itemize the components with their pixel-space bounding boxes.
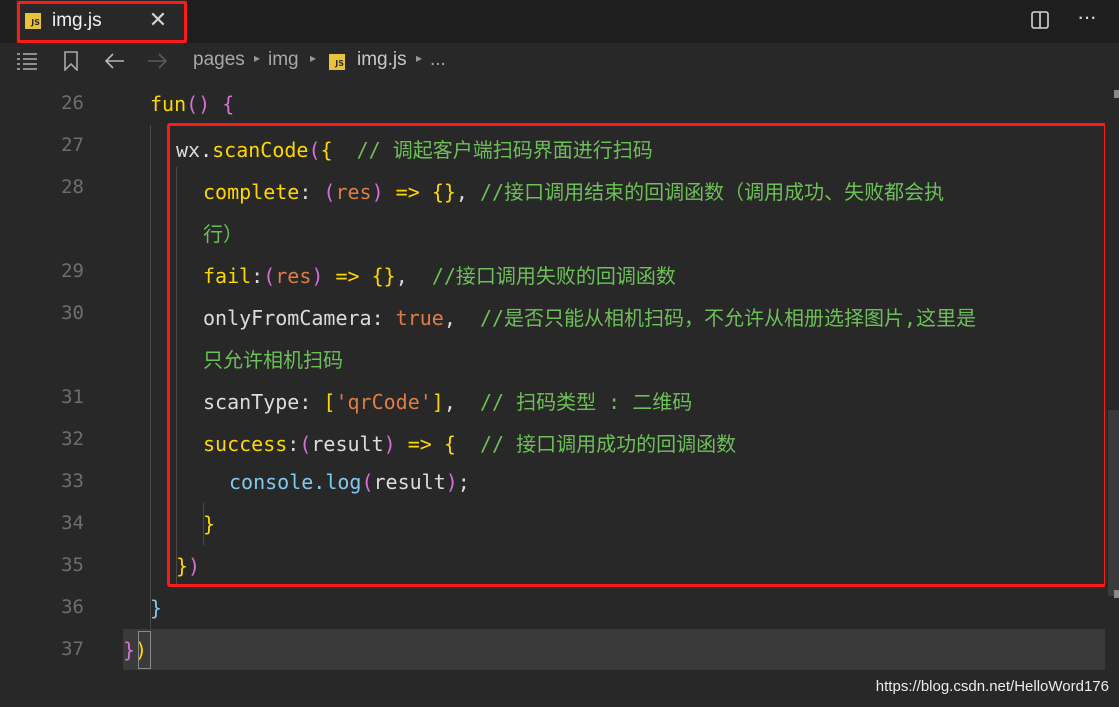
- code-text: fun() {: [150, 92, 234, 116]
- line-number: 34: [61, 512, 84, 534]
- line-number: 30: [61, 302, 84, 324]
- code-text: }: [150, 596, 162, 620]
- breadcrumb-separator: ▸: [416, 51, 423, 65]
- line-number: 28: [61, 176, 84, 198]
- code-token: }: [123, 638, 136, 662]
- indent-guide: [150, 125, 151, 629]
- code-line[interactable]: 36}: [0, 587, 1105, 629]
- bracket-match-cursor: [138, 631, 151, 669]
- line-number: 31: [61, 386, 84, 408]
- breadcrumb-separator: ▸: [254, 51, 261, 65]
- more-actions-icon[interactable]: ···: [1077, 4, 1097, 30]
- code-line[interactable]: 37}): [0, 629, 1105, 671]
- line-number: 29: [61, 260, 84, 282]
- breadcrumb-item-img[interactable]: img: [268, 49, 299, 71]
- code-token: }: [150, 596, 163, 620]
- outline-list-icon[interactable]: [16, 51, 38, 71]
- scrollbar-marker: [1114, 90, 1119, 98]
- line-number: 36: [61, 596, 84, 618]
- bookmark-icon[interactable]: [60, 51, 82, 71]
- js-file-icon: JS: [329, 54, 345, 70]
- code-token: fun: [150, 92, 187, 116]
- line-number: 26: [61, 92, 84, 114]
- line-number: 37: [61, 638, 84, 660]
- breadcrumb: pages ▸ img ▸ JS img.js ▸ ...: [0, 43, 1119, 79]
- back-arrow-icon[interactable]: [104, 51, 126, 71]
- code-line[interactable]: 26 fun() {: [0, 83, 1105, 125]
- code-token: () {: [186, 92, 235, 116]
- breadcrumb-item-file[interactable]: img.js: [357, 49, 407, 71]
- split-editor-icon[interactable]: [1030, 10, 1050, 30]
- line-number: 27: [61, 134, 84, 156]
- breadcrumb-item-pages[interactable]: pages: [193, 49, 245, 71]
- scrollbar-thumb[interactable]: [1108, 410, 1119, 596]
- code-annotation-box: [167, 123, 1107, 587]
- breadcrumb-separator: ▸: [310, 51, 317, 65]
- breadcrumb-item-more[interactable]: ...: [430, 49, 446, 71]
- line-number: 32: [61, 428, 84, 450]
- tab-annotation-box: [17, 1, 187, 43]
- watermark: https://blog.csdn.net/HelloWord176: [875, 678, 1109, 695]
- line-number: 35: [61, 554, 84, 576]
- scrollbar-marker: [1114, 590, 1119, 598]
- line-number: 33: [61, 470, 84, 492]
- forward-arrow-icon[interactable]: [146, 51, 168, 71]
